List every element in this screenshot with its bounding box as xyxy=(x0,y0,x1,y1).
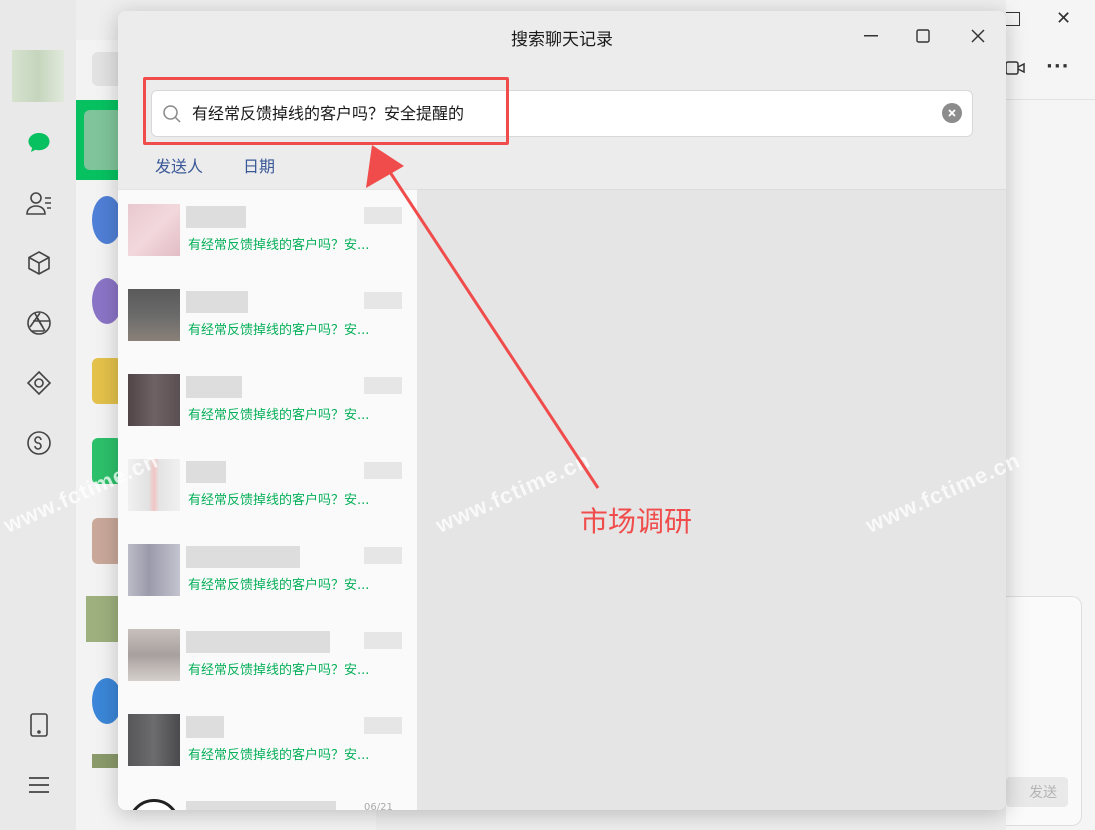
message-snippet: 有经常反馈掉线的客户吗？安... xyxy=(188,323,370,338)
annotation-label: 市场调研 xyxy=(580,505,693,538)
more-options-icon[interactable]: ··· xyxy=(1046,56,1070,77)
video-call-icon[interactable] xyxy=(1004,58,1026,83)
sender-name xyxy=(186,376,242,398)
channels-icon[interactable] xyxy=(24,368,54,398)
send-button[interactable]: 发送 xyxy=(1006,777,1068,807)
avatar xyxy=(128,544,180,596)
avatar xyxy=(128,459,180,511)
message-preview-pane xyxy=(418,189,1006,810)
message-snippet: 有经常反馈掉线的客户吗？安... xyxy=(188,493,370,508)
filter-sender[interactable]: 发送人 xyxy=(155,153,203,177)
menu-icon[interactable] xyxy=(24,770,54,800)
search-results-list: 有经常反馈掉线的客户吗？安... 有经常反馈掉线的客户吗？安... 有经常反馈掉… xyxy=(118,189,418,810)
mini-programs-icon[interactable] xyxy=(24,428,54,458)
sender-name xyxy=(186,631,330,653)
avatar xyxy=(128,374,180,426)
message-date xyxy=(364,292,402,309)
avatar xyxy=(128,714,180,766)
search-chat-history-dialog: 搜索聊天记录 有经常反馈掉线的客户吗？安全提醒的 发送人 日期 有经常反馈掉线的… xyxy=(118,11,1006,810)
message-date: 06/21 xyxy=(364,802,393,810)
avatar xyxy=(128,629,180,681)
sidebar xyxy=(0,0,76,830)
sender-name xyxy=(186,546,300,568)
phone-icon[interactable] xyxy=(24,710,54,740)
close-icon[interactable]: ✕ xyxy=(1056,8,1071,29)
message-date xyxy=(364,632,402,649)
message-snippet: 有经常反馈掉线的客户吗？安... xyxy=(188,748,370,763)
avatar xyxy=(128,799,180,810)
sender-name xyxy=(186,461,226,483)
minimize-button[interactable] xyxy=(858,23,884,49)
list-item[interactable]: 06/21 xyxy=(118,785,417,810)
message-date xyxy=(364,547,402,564)
message-date xyxy=(364,717,402,734)
maximize-button[interactable] xyxy=(910,23,936,49)
message-snippet: 有经常反馈掉线的客户吗？安... xyxy=(188,663,370,678)
list-item[interactable]: 有经常反馈掉线的客户吗？安... xyxy=(118,360,417,445)
sender-name xyxy=(186,801,336,810)
search-query[interactable]: 有经常反馈掉线的客户吗？安全提醒的 xyxy=(192,91,464,136)
list-item[interactable]: 有经常反馈掉线的客户吗？安... xyxy=(118,615,417,700)
list-item[interactable]: 有经常反馈掉线的客户吗？安... xyxy=(118,445,417,530)
favorites-icon[interactable] xyxy=(24,248,54,278)
list-item[interactable]: 有经常反馈掉线的客户吗？安... xyxy=(118,190,417,275)
list-item[interactable]: 有经常反馈掉线的客户吗？安... xyxy=(118,700,417,785)
close-button[interactable] xyxy=(965,23,991,49)
message-date xyxy=(364,207,402,224)
avatar xyxy=(128,289,180,341)
sender-name xyxy=(186,716,224,738)
search-icon xyxy=(162,104,182,124)
avatar xyxy=(128,204,180,256)
moments-icon[interactable] xyxy=(24,308,54,338)
message-date xyxy=(364,462,402,479)
message-snippet: 有经常反馈掉线的客户吗？安... xyxy=(188,578,370,593)
sender-name xyxy=(186,291,248,313)
list-item[interactable]: 有经常反馈掉线的客户吗？安... xyxy=(118,530,417,615)
chat-icon[interactable] xyxy=(24,128,54,158)
sender-name xyxy=(186,206,246,228)
clear-icon[interactable] xyxy=(942,103,962,123)
message-date xyxy=(364,377,402,394)
filter-date[interactable]: 日期 xyxy=(243,153,275,177)
avatar[interactable] xyxy=(12,50,64,102)
message-snippet: 有经常反馈掉线的客户吗？安... xyxy=(188,408,370,423)
list-item[interactable] xyxy=(86,596,122,642)
contacts-icon[interactable] xyxy=(24,188,54,218)
maximize-button[interactable] xyxy=(1006,12,1020,26)
search-input[interactable]: 有经常反馈掉线的客户吗？安全提醒的 xyxy=(151,90,973,137)
dialog-header: 搜索聊天记录 有经常反馈掉线的客户吗？安全提醒的 发送人 日期 xyxy=(118,11,1006,189)
message-snippet: 有经常反馈掉线的客户吗？安... xyxy=(188,238,370,253)
list-item[interactable]: 有经常反馈掉线的客户吗？安... xyxy=(118,275,417,360)
